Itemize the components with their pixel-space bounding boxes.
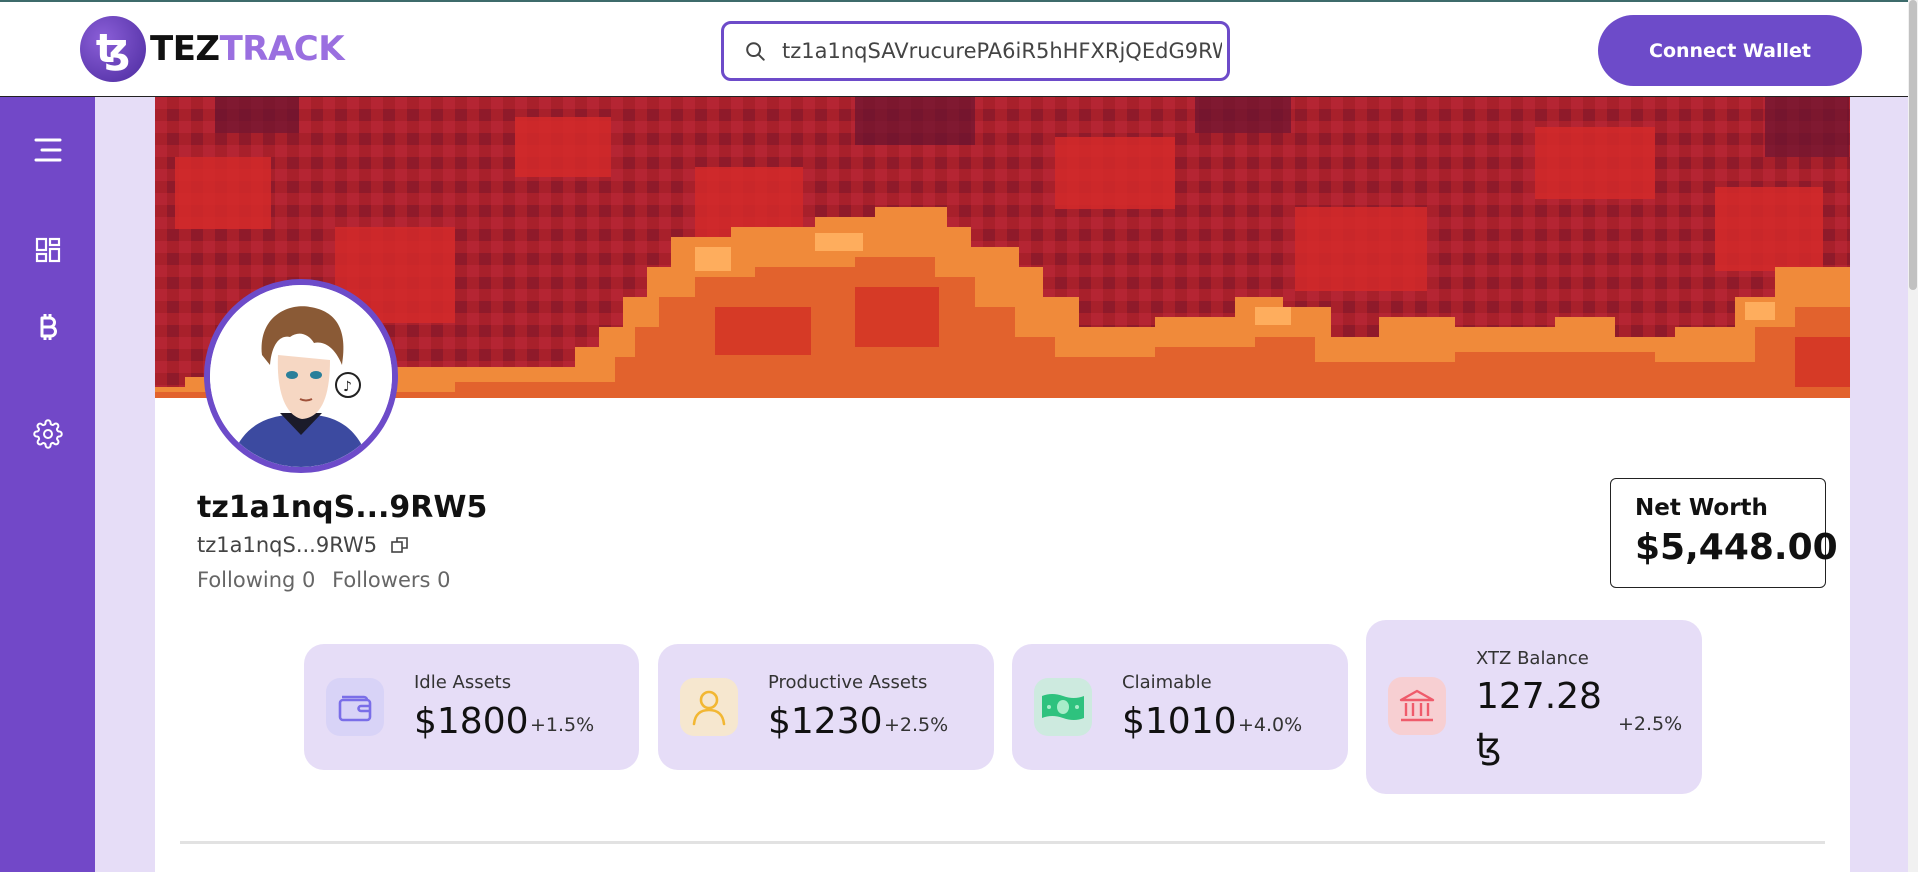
teztrack-logo[interactable]: ꜩ TEZTRACK bbox=[80, 16, 345, 82]
net-worth-label: Net Worth bbox=[1635, 495, 1768, 521]
scrollbar-thumb[interactable] bbox=[1909, 0, 1917, 290]
profile-display-name: tz1a1nqS...9RW5 bbox=[197, 490, 488, 525]
tezos-symbol: ꜩ bbox=[1476, 726, 1502, 767]
dashboard-grid-icon[interactable] bbox=[30, 232, 66, 268]
search-icon bbox=[746, 42, 765, 61]
card-label: Idle Assets bbox=[414, 672, 512, 693]
card-change: +4.0% bbox=[1238, 714, 1303, 736]
svg-text:♪: ♪ bbox=[343, 379, 352, 395]
card-value: $1230 bbox=[768, 701, 883, 742]
net-worth-box: Net Worth $5,448.00 bbox=[1610, 478, 1838, 588]
hamburger-menu-icon[interactable] bbox=[30, 132, 66, 168]
cash-icon bbox=[1034, 678, 1092, 736]
brand-name-part1: TEZ bbox=[150, 29, 220, 69]
search-input[interactable] bbox=[782, 39, 1222, 63]
productive-assets-card[interactable]: Productive Assets $1230 +2.5% bbox=[658, 644, 994, 770]
card-value: $1800 bbox=[414, 701, 529, 742]
card-change: +1.5% bbox=[530, 714, 595, 736]
brand-name: TEZTRACK bbox=[150, 29, 345, 69]
profile-address-text: tz1a1nqS...9RW5 bbox=[197, 533, 378, 557]
idle-assets-card[interactable]: Idle Assets $1800 +1.5% bbox=[304, 644, 639, 770]
bitcoin-icon[interactable] bbox=[30, 309, 66, 345]
card-value: $1010 bbox=[1122, 701, 1237, 742]
brand-name-part2: TRACK bbox=[219, 29, 345, 69]
page-scrollbar[interactable] bbox=[1908, 0, 1918, 872]
xtz-balance-amount: 127.28 bbox=[1476, 676, 1602, 717]
card-label: Productive Assets bbox=[768, 672, 928, 693]
card-label: Claimable bbox=[1122, 672, 1212, 693]
followers-count[interactable]: Followers 0 bbox=[332, 568, 450, 592]
bank-icon bbox=[1388, 677, 1446, 735]
user-icon bbox=[680, 678, 738, 736]
sidebar bbox=[0, 97, 95, 872]
xtz-balance-card[interactable]: XTZ Balance 127.28 ꜩ +2.5% bbox=[1366, 620, 1702, 794]
wallet-icon bbox=[326, 678, 384, 736]
connect-wallet-button[interactable]: Connect Wallet bbox=[1598, 15, 1862, 86]
section-divider bbox=[180, 841, 1825, 844]
profile-banner-image bbox=[155, 97, 1850, 398]
claimable-card[interactable]: Claimable $1010 +4.0% bbox=[1012, 644, 1348, 770]
settings-gear-icon[interactable] bbox=[30, 416, 66, 452]
profile-address: tz1a1nqS...9RW5 bbox=[197, 533, 409, 557]
card-change: +2.5% bbox=[884, 714, 949, 736]
tezos-logo-icon: ꜩ bbox=[80, 16, 146, 82]
top-header: ꜩ TEZTRACK Connect Wallet bbox=[0, 0, 1908, 97]
card-value: 127.28 ꜩ bbox=[1476, 672, 1602, 772]
card-label: XTZ Balance bbox=[1476, 648, 1589, 669]
profile-avatar[interactable]: ♪ bbox=[204, 279, 398, 473]
card-change: +2.5% bbox=[1618, 713, 1683, 735]
copy-icon[interactable] bbox=[391, 536, 409, 554]
search-bar[interactable] bbox=[721, 21, 1230, 81]
follow-stats: Following 0 Followers 0 bbox=[197, 568, 460, 592]
profile-content: ♪ tz1a1nqS...9RW5 tz1a1nqS...9RW5 Follow… bbox=[155, 97, 1850, 872]
following-count[interactable]: Following 0 bbox=[197, 568, 315, 592]
net-worth-value: $5,448.00 bbox=[1635, 527, 1838, 568]
